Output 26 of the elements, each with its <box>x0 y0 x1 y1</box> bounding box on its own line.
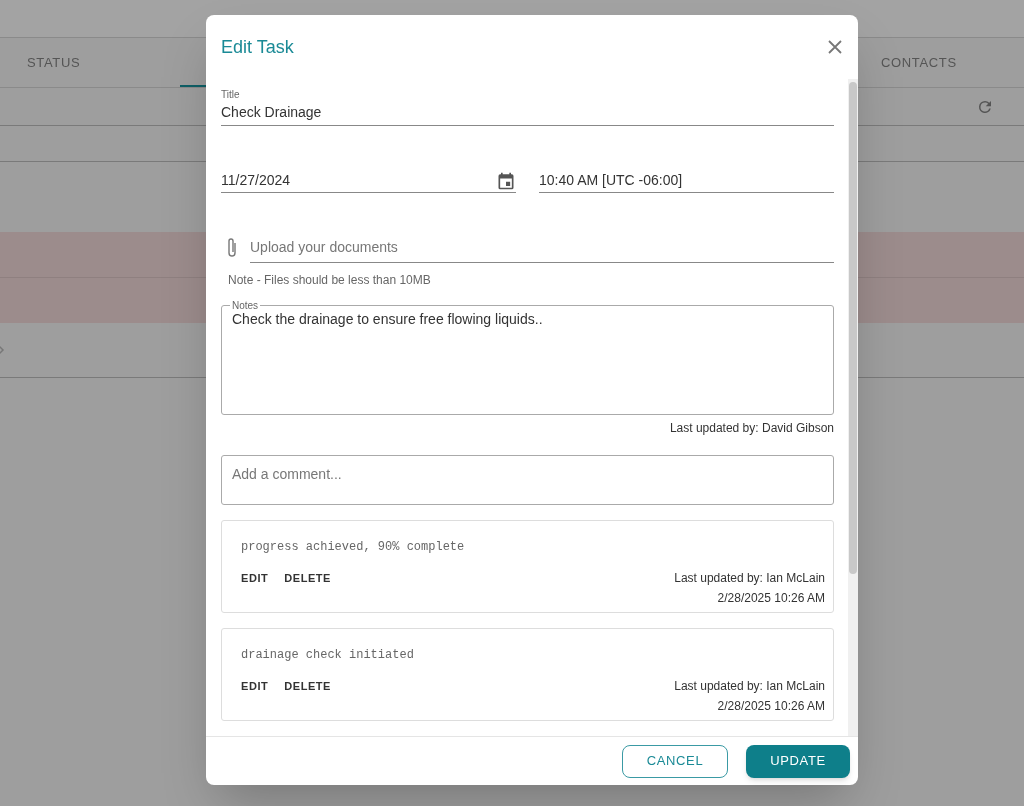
comment-timestamp: 2/28/2025 10:26 AM <box>717 698 825 715</box>
comment-action-button[interactable]: EDIT <box>237 678 273 695</box>
upload-field[interactable]: Upload your documents <box>250 237 834 263</box>
comment-action-button[interactable]: DELETE <box>280 678 335 695</box>
title-field[interactable]: Title Check Drainage <box>221 87 834 126</box>
comment-text: drainage check initiated <box>241 647 415 664</box>
time-field[interactable]: 10:40 AM [UTC -06:00] <box>539 170 834 193</box>
notes-updated-text: Last updated by: David Gibson <box>668 420 834 437</box>
calendar-icon[interactable] <box>496 170 516 191</box>
comment-action-button[interactable]: EDIT <box>237 570 273 587</box>
date-field[interactable]: 11/27/2024 <box>221 170 516 193</box>
update-button[interactable]: UPDATE <box>746 744 850 778</box>
cancel-button[interactable]: CANCEL <box>622 744 728 778</box>
comment-action-button[interactable]: DELETE <box>280 570 335 587</box>
dialog-title: Edit Task <box>221 35 294 59</box>
refresh-icon[interactable] <box>976 98 994 116</box>
comment-field[interactable]: Add a comment... <box>221 455 834 505</box>
paperclip-icon[interactable] <box>226 237 238 259</box>
upload-note: Note - Files should be less than 10MB <box>228 272 432 289</box>
scrollbar[interactable] <box>848 79 858 736</box>
notes-field[interactable]: Notes Check the drainage to ensure free flowing liquids.. <box>221 298 834 415</box>
close-icon[interactable] <box>828 40 842 54</box>
comment-text: progress achieved, 90% complete <box>241 539 466 556</box>
comment-updated-by: Last updated by: Ian McLain <box>674 570 825 587</box>
comment-timestamp: 2/28/2025 10:26 AM <box>717 590 825 607</box>
comment-updated-by: Last updated by: Ian McLain <box>674 678 825 695</box>
